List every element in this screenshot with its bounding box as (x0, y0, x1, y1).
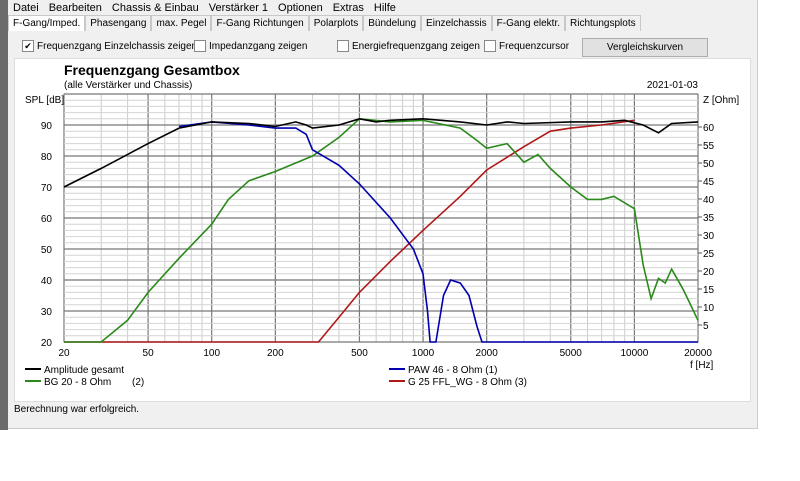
y2-tick-label: 25 (703, 249, 715, 260)
y-tick-label: 80 (41, 152, 53, 163)
y-tick-label: 40 (41, 276, 53, 287)
y2-tick-label: 5 (703, 321, 709, 332)
x-tick-label: 20 (58, 348, 70, 359)
y2-tick-label: 40 (703, 195, 715, 206)
legend-bg20: BG 20 - 8 Ohm (44, 377, 111, 388)
chart-date: 2021-01-03 (647, 80, 699, 91)
y-tick-label: 90 (41, 121, 53, 132)
x-tick-label: 500 (351, 348, 368, 359)
y-tick-label: 20 (41, 338, 53, 349)
y-tick-label: 50 (41, 245, 53, 256)
y2-tick-label: 35 (703, 213, 715, 224)
y-tick-label: 70 (41, 183, 53, 194)
x-tick-label: 20000 (684, 348, 712, 359)
legend: Amplitude gesamt BG 20 - 8 Ohm (2) PAW 4… (25, 365, 527, 388)
chart-title: Frequenzgang Gesamtbox (64, 62, 240, 78)
x-tick-label: 2000 (476, 348, 499, 359)
legend-bg20-num: (2) (132, 377, 144, 388)
y2-tick-label: 30 (703, 231, 715, 242)
x-tick-label: 100 (203, 348, 220, 359)
x-tick-label: 5000 (560, 348, 583, 359)
x-axis-label: f [Hz] (690, 360, 714, 371)
y2-tick-label: 55 (703, 141, 715, 152)
y-tick-label: 30 (41, 307, 53, 318)
x-tick-label: 1000 (412, 348, 435, 359)
status-bar: Berechnung war erfolgreich. (14, 404, 140, 415)
legend-g25: G 25 FFL_WG - 8 Ohm (3) (408, 377, 527, 388)
y-axis-label: SPL [dB] (25, 95, 64, 106)
y2-tick-label: 20 (703, 267, 715, 278)
x-tick-label: 10000 (620, 348, 648, 359)
y2-tick-label: 15 (703, 285, 715, 296)
y2-tick-label: 60 (703, 123, 715, 134)
legend-amplitude: Amplitude gesamt (44, 365, 124, 376)
y-tick-label: 60 (41, 214, 53, 225)
x-tick-label: 200 (267, 348, 284, 359)
y2-tick-label: 10 (703, 303, 715, 314)
y2-tick-label: 50 (703, 159, 715, 170)
legend-paw46: PAW 46 - 8 Ohm (1) (408, 365, 497, 376)
y2-axis-label: Z [Ohm] (703, 95, 739, 106)
x-tick-label: 50 (143, 348, 155, 359)
chart-subtitle: (alle Verstärker und Chassis) (64, 80, 192, 91)
y2-tick-label: 45 (703, 177, 715, 188)
